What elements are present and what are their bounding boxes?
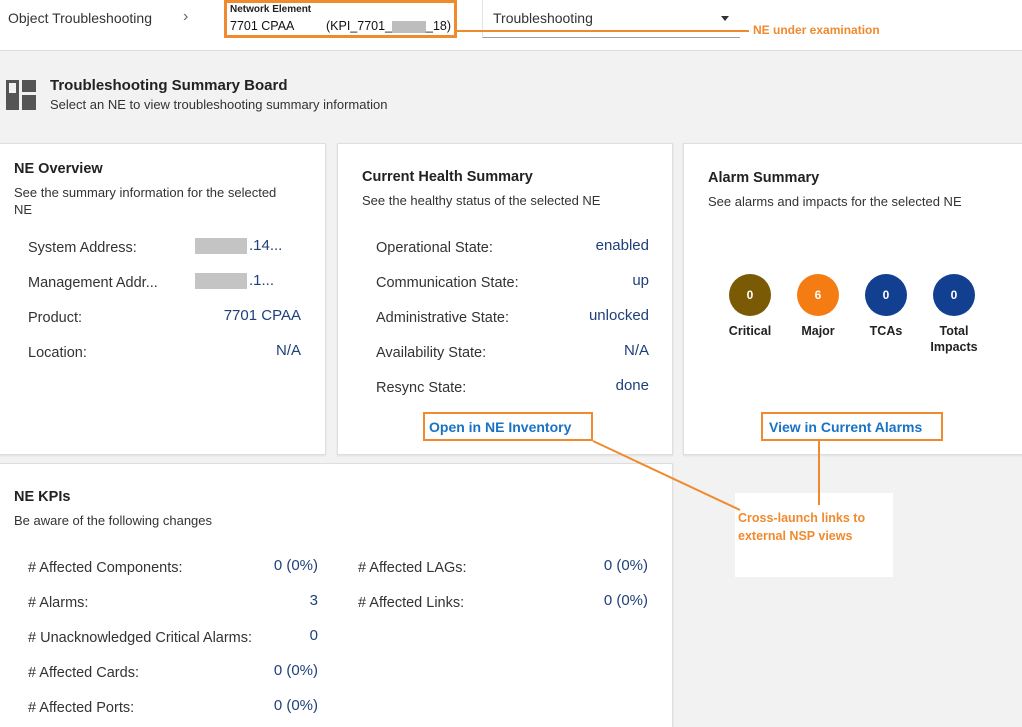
critical-alarm-label: Critical [728, 324, 772, 338]
kpi-alarms-value: 3 [309, 592, 318, 609]
alarm-summary-card: Alarm Summary See alarms and impacts for… [683, 143, 1022, 455]
kpi-affected-ports-label: # Affected Ports: [28, 700, 135, 716]
management-address-value: .1... [195, 272, 274, 290]
redacted-block [195, 273, 247, 290]
kpi-affected-links-value: 0 (0%) [603, 592, 648, 609]
ne-overview-subtitle: See the summary information for the sele… [14, 185, 277, 217]
management-address-label: Management Addr... [28, 275, 158, 291]
callout-cross-launch-links: Cross-launch links to external NSP views [738, 511, 866, 543]
board-title: Troubleshooting Summary Board [50, 77, 288, 94]
callout-line-ne [457, 30, 749, 32]
redacted-block [195, 238, 247, 255]
network-element-selector[interactable]: Network Element 7701 CPAA (KPI_7701_ _18) [224, 0, 457, 38]
kpi-affected-lags-label: # Affected LAGs: [358, 560, 467, 576]
health-summary-title: Current Health Summary [362, 169, 533, 185]
location-label: Location: [28, 345, 87, 361]
resync-state-label: Resync State: [376, 380, 467, 396]
redacted-block [392, 20, 427, 33]
kpi-unack-critical-value: 0 [309, 627, 318, 644]
product-label: Product: [28, 310, 82, 326]
view-dropdown[interactable]: Troubleshooting [482, 0, 740, 38]
network-element-kpi: (KPI_7701_ _18) [326, 19, 452, 33]
health-summary-subtitle: See the healthy status of the selected N… [362, 193, 601, 208]
ne-overview-card: NE Overview See the summary information … [0, 143, 326, 455]
communication-state-value: up [632, 272, 649, 289]
ne-kpis-subtitle: Be aware of the following changes [14, 513, 213, 528]
resync-state-value: done [615, 377, 649, 394]
total-impacts-count[interactable]: 0 [933, 274, 975, 316]
kpi-affected-ports-value: 0 (0%) [273, 697, 318, 714]
administrative-state-value: unlocked [588, 307, 649, 324]
kpi-unack-critical-label: # Unacknowledged Critical Alarms: [28, 630, 253, 646]
major-alarm-label: Major [801, 324, 835, 338]
administrative-state-label: Administrative State: [376, 310, 509, 326]
kpi-affected-cards-label: # Affected Cards: [28, 665, 139, 681]
ne-kpis-card: NE KPIs Be aware of the following change… [0, 463, 673, 727]
view-in-current-alarms-link[interactable]: View in Current Alarms [769, 419, 922, 435]
kpi-affected-components-value: 0 (0%) [273, 557, 318, 574]
callout-ne-under-examination: NE under examination [753, 23, 880, 37]
breadcrumb-object-troubleshooting[interactable]: Object Troubleshooting [8, 10, 152, 26]
network-element-value: 7701 CPAA [230, 19, 295, 33]
board-subtitle: Select an NE to view troubleshooting sum… [50, 97, 388, 112]
system-address-value: .14... [195, 237, 282, 255]
availability-state-value: N/A [623, 342, 649, 359]
chevron-right-icon: › [183, 8, 189, 25]
product-value: 7701 CPAA [223, 307, 301, 324]
tca-count[interactable]: 0 [865, 274, 907, 316]
communication-state-label: Communication State: [376, 275, 519, 291]
view-dropdown-value: Troubleshooting [493, 10, 593, 26]
alarm-summary-subtitle: See alarms and impacts for the selected … [708, 194, 962, 209]
ne-kpis-title: NE KPIs [14, 489, 71, 505]
kpi-affected-components-label: # Affected Components: [28, 560, 183, 576]
availability-state-label: Availability State: [376, 345, 487, 361]
location-value: N/A [275, 342, 301, 359]
dashboard-icon [6, 80, 36, 110]
kpi-affected-lags-value: 0 (0%) [603, 557, 648, 574]
major-alarm-count[interactable]: 6 [797, 274, 839, 316]
system-address-label: System Address: [28, 240, 137, 256]
operational-state-label: Operational State: [376, 240, 493, 256]
ne-overview-title: NE Overview [14, 161, 103, 177]
tca-label: TCAs [869, 324, 903, 338]
alarm-summary-title: Alarm Summary [708, 170, 820, 186]
open-in-ne-inventory-link-box[interactable]: Open in NE Inventory [423, 412, 593, 441]
kpi-affected-links-label: # Affected Links: [358, 595, 465, 611]
view-in-current-alarms-link-box[interactable]: View in Current Alarms [761, 412, 943, 441]
operational-state-value: enabled [595, 237, 649, 254]
kpi-alarms-label: # Alarms: [28, 595, 89, 611]
health-summary-card: Current Health Summary See the healthy s… [337, 143, 673, 455]
kpi-affected-cards-value: 0 (0%) [273, 662, 318, 679]
critical-alarm-count[interactable]: 0 [729, 274, 771, 316]
chevron-down-icon [721, 16, 729, 21]
open-in-ne-inventory-link[interactable]: Open in NE Inventory [429, 419, 571, 435]
total-impacts-label: Total Impacts [930, 324, 978, 354]
network-element-label: Network Element [230, 4, 312, 15]
